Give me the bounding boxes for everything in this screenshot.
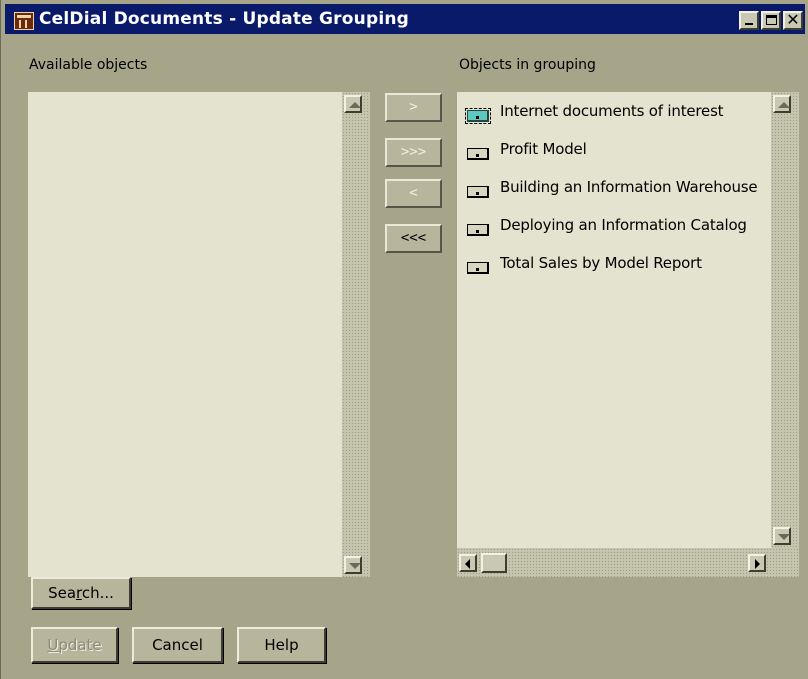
update-label-rest: pdate — [58, 636, 102, 654]
available-scroll-up-button[interactable] — [344, 95, 362, 113]
update-label-mnemonic: U — [47, 636, 59, 654]
available-objects-list[interactable] — [28, 92, 370, 577]
available-scroll-down-button[interactable] — [344, 556, 362, 574]
document-icon — [467, 260, 493, 276]
minimize-button[interactable] — [739, 11, 759, 30]
scroll-up-arrow-icon — [349, 102, 361, 108]
available-vertical-scrollbar[interactable] — [342, 92, 370, 577]
close-icon: ✕ — [786, 10, 800, 29]
list-item-label: Profit Model — [500, 140, 587, 158]
grouping-scroll-left-button[interactable] — [459, 554, 477, 572]
list-item[interactable]: Building an Information Warehouse — [467, 178, 767, 202]
maximize-button[interactable] — [761, 11, 781, 30]
list-item-label: Total Sales by Model Report — [500, 254, 702, 272]
folder-app-icon[interactable] — [14, 12, 34, 30]
document-icon — [467, 222, 493, 238]
list-item-label: Deploying an Information Catalog — [500, 216, 747, 234]
remove-all-button[interactable]: <<< — [385, 224, 442, 253]
cancel-button[interactable]: Cancel — [132, 627, 223, 663]
grouping-horizontal-scrollbar[interactable] — [457, 548, 799, 577]
remove-selected-button[interactable]: < — [385, 179, 442, 208]
list-item[interactable]: Deploying an Information Catalog — [467, 216, 767, 240]
update-button[interactable]: Update — [31, 627, 118, 663]
list-item-label: Internet documents of interest — [500, 102, 724, 120]
grouping-vertical-scrollbar[interactable] — [771, 92, 799, 548]
document-icon — [467, 184, 493, 200]
add-all-button[interactable]: >>> — [385, 138, 442, 167]
grouping-scroll-down-button[interactable] — [773, 527, 791, 545]
add-selected-button[interactable]: > — [385, 93, 442, 122]
maximize-icon — [766, 15, 777, 25]
minimize-icon — [745, 23, 753, 25]
scroll-left-arrow-icon — [465, 559, 470, 569]
grouping-scroll-up-button[interactable] — [773, 95, 791, 113]
url-document-icon — [465, 108, 493, 124]
objects-in-grouping-label: Objects in grouping — [459, 57, 596, 73]
title-bar[interactable]: CelDial Documents - Update Grouping ✕ — [5, 4, 805, 34]
scroll-up-arrow-icon — [778, 102, 790, 108]
horizontal-scroll-thumb[interactable] — [481, 553, 507, 573]
list-item-label: Building an Information Warehouse — [500, 178, 758, 196]
search-button[interactable]: Search... — [31, 577, 131, 609]
search-label-post: ch... — [81, 584, 114, 602]
update-grouping-dialog: CelDial Documents - Update Grouping ✕ Av… — [0, 0, 808, 679]
document-icon — [467, 146, 493, 162]
search-label-pre: Sea — [48, 584, 77, 602]
close-button[interactable]: ✕ — [783, 10, 803, 30]
available-objects-label: Available objects — [29, 57, 148, 73]
help-button[interactable]: Help — [237, 627, 326, 663]
list-item[interactable]: Profit Model — [467, 140, 767, 164]
list-item[interactable]: Total Sales by Model Report — [467, 254, 767, 278]
grouping-scroll-right-button[interactable] — [748, 554, 766, 572]
objects-in-grouping-list[interactable]: Internet documents of interest Profit Mo… — [457, 92, 799, 577]
scroll-down-arrow-icon — [349, 563, 361, 569]
scroll-right-arrow-icon — [755, 559, 760, 569]
window-title: CelDial Documents - Update Grouping — [39, 9, 410, 29]
scroll-down-arrow-icon — [778, 534, 790, 540]
list-item[interactable]: Internet documents of interest — [465, 102, 767, 126]
